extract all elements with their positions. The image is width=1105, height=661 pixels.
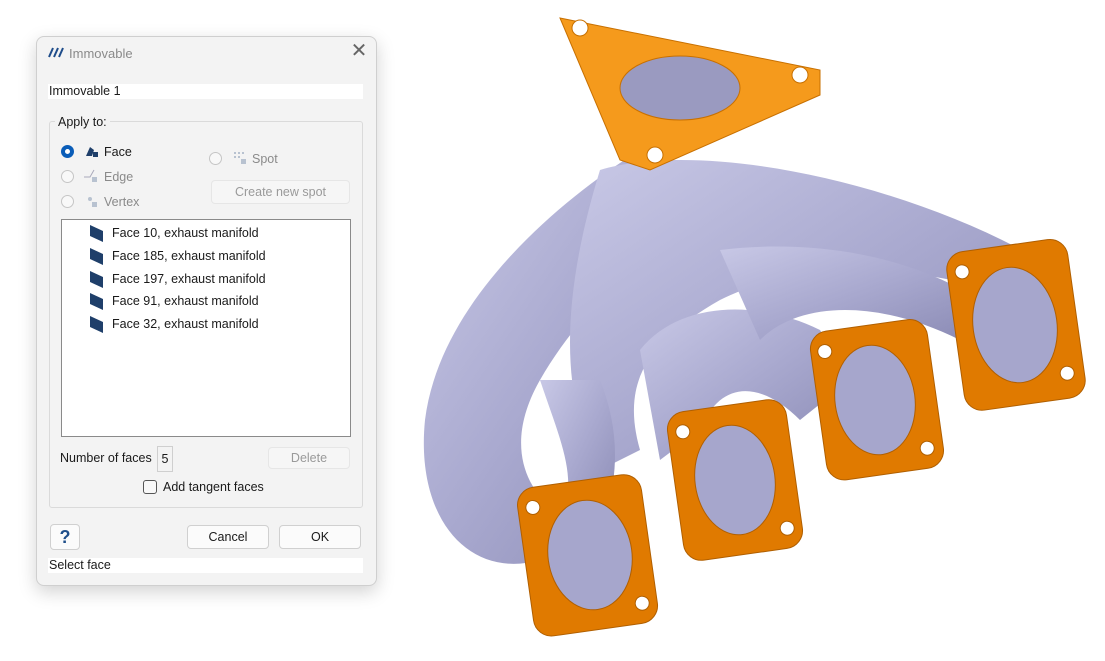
spot-select-icon <box>233 151 247 165</box>
list-item[interactable]: Face 10, exhaust manifold <box>90 223 259 243</box>
number-of-faces-value: 5 <box>157 446 173 472</box>
face-select-icon <box>85 144 99 158</box>
delete-button[interactable]: Delete <box>268 447 350 469</box>
inlet-flange <box>559 17 821 171</box>
face-item-label: Face 197, exhaust manifold <box>112 272 266 286</box>
edge-radio[interactable] <box>61 170 74 183</box>
list-item[interactable]: Face 32, exhaust manifold <box>90 314 259 334</box>
face-icon <box>90 225 103 243</box>
close-icon: ✕ <box>350 40 368 62</box>
vertex-radio[interactable] <box>61 195 74 208</box>
cancel-button[interactable]: Cancel <box>187 525 269 549</box>
ok-button[interactable]: OK <box>279 525 361 549</box>
face-item-label: Face 91, exhaust manifold <box>112 294 259 308</box>
face-label: Face <box>104 145 132 159</box>
face-icon <box>90 293 103 311</box>
list-item[interactable]: Face 91, exhaust manifold <box>90 291 259 311</box>
vertex-select-icon <box>86 195 100 209</box>
vertex-label: Vertex <box>104 195 140 209</box>
face-item-label: Face 32, exhaust manifold <box>112 317 259 331</box>
spot-label: Spot <box>252 152 278 166</box>
faces-list[interactable]: Face 10, exhaust manifold Face 185, exha… <box>61 219 351 437</box>
number-of-faces-label: Number of faces <box>60 451 152 465</box>
help-icon: ? <box>59 527 71 547</box>
face-item-label: Face 10, exhaust manifold <box>112 226 259 240</box>
exhaust-manifold-model[interactable] <box>410 10 1100 655</box>
list-item[interactable]: Face 197, exhaust manifold <box>90 269 266 289</box>
face-icon <box>90 248 103 266</box>
edge-label: Edge <box>104 170 134 184</box>
add-tangent-faces-checkbox[interactable] <box>143 480 157 494</box>
list-item[interactable]: Face 185, exhaust manifold <box>90 246 266 266</box>
dialog-title: Immovable <box>69 46 133 61</box>
add-tangent-faces-label: Add tangent faces <box>163 480 264 494</box>
spot-radio[interactable] <box>209 152 222 165</box>
close-button[interactable]: ✕ <box>348 40 370 62</box>
immovable-icon <box>47 46 65 58</box>
face-radio[interactable] <box>61 145 74 158</box>
face-item-label: Face 185, exhaust manifold <box>112 249 266 263</box>
immovable-dialog: Immovable ✕ Immovable 1 Apply to: Face E… <box>36 36 377 586</box>
status-bar: Select face <box>48 558 363 573</box>
face-icon <box>90 271 103 289</box>
face-icon <box>90 316 103 334</box>
help-button[interactable]: ? <box>50 524 80 550</box>
edge-select-icon <box>83 169 99 183</box>
apply-to-label: Apply to: <box>55 115 110 129</box>
create-new-spot-button[interactable]: Create new spot <box>211 180 350 204</box>
name-input[interactable]: Immovable 1 <box>48 84 363 99</box>
